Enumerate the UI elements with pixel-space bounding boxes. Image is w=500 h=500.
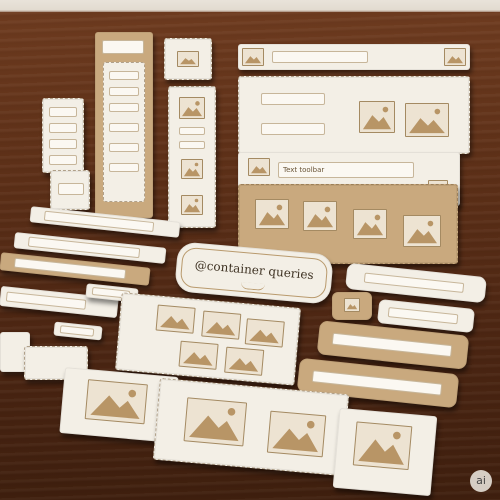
tall-paper-panel xyxy=(168,86,216,228)
image-grid-card xyxy=(114,292,302,386)
small-card xyxy=(50,170,90,210)
sidebar-field xyxy=(49,139,77,149)
image-icon xyxy=(244,318,285,348)
image-icon xyxy=(224,346,265,376)
panel-field xyxy=(109,87,139,96)
image-icon xyxy=(84,379,148,425)
image-icon xyxy=(403,215,441,247)
image-icon xyxy=(344,298,360,312)
pill-field xyxy=(363,272,465,293)
panel-paper-insert xyxy=(103,62,145,202)
image-icon xyxy=(183,397,248,447)
image-icon xyxy=(353,209,387,239)
tag-field xyxy=(59,325,95,337)
image-icon xyxy=(359,101,395,133)
image-icon xyxy=(266,410,327,458)
sidebar-field xyxy=(49,123,77,133)
bottom-gallery-card xyxy=(152,377,350,477)
bottom-right-image-card xyxy=(332,407,438,497)
narrow-sidebar-card xyxy=(42,98,84,173)
strip-field xyxy=(5,291,87,310)
image-icon xyxy=(242,48,264,66)
media-field xyxy=(261,93,325,105)
panel-field xyxy=(109,103,139,112)
image-icon xyxy=(201,310,242,340)
image-icon xyxy=(177,51,199,67)
ai-watermark: ai xyxy=(470,470,492,492)
panel-field xyxy=(179,127,205,135)
text-toolbar-label: Text toolbar xyxy=(278,162,414,178)
panel-field xyxy=(109,163,139,172)
top-navbar-strip xyxy=(238,44,470,70)
pill-field xyxy=(387,307,459,325)
image-icon xyxy=(155,304,196,334)
panel-field xyxy=(109,71,139,80)
image-icon xyxy=(352,421,413,471)
image-icon xyxy=(181,195,203,215)
media-field xyxy=(261,123,325,135)
image-icon xyxy=(179,97,205,119)
image-icon xyxy=(405,103,449,137)
image-icon xyxy=(303,201,337,231)
sidebar-field xyxy=(49,107,77,117)
panel-field xyxy=(179,141,205,149)
pill-field xyxy=(331,332,453,358)
small-top-card xyxy=(164,38,212,80)
small-kraft-tile xyxy=(332,292,372,320)
panel-field xyxy=(109,123,139,132)
sidebar-field xyxy=(49,155,77,165)
image-icon xyxy=(248,158,270,176)
card-field xyxy=(58,183,84,195)
pill-field xyxy=(311,370,443,396)
image-icon xyxy=(181,159,203,179)
image-icon xyxy=(444,48,466,66)
navbar-field xyxy=(272,51,368,63)
media-row-panel xyxy=(238,76,470,154)
panel-header xyxy=(102,40,144,54)
image-icon xyxy=(255,199,289,229)
panel-field xyxy=(109,143,139,152)
image-icon xyxy=(178,340,219,370)
tall-kraft-panel xyxy=(95,32,153,218)
